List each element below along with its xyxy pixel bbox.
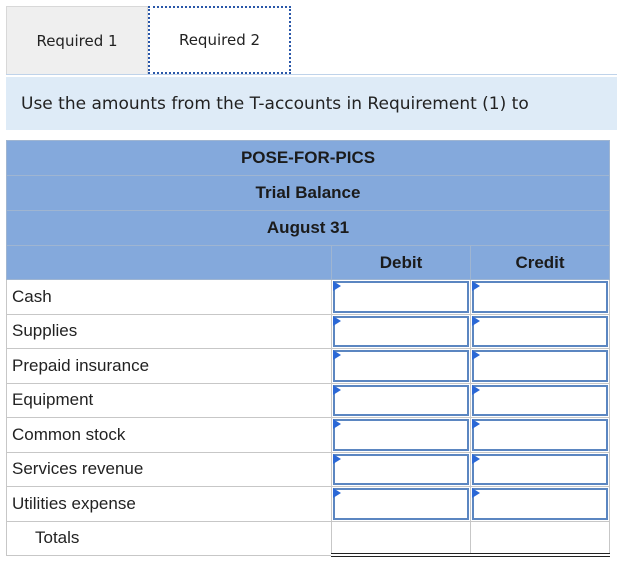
dropdown-arrow-icon [333, 419, 341, 429]
dropdown-arrow-icon [472, 315, 480, 326]
credit-total [470, 520, 610, 557]
table-row: Services revenue [6, 451, 610, 487]
company-name: POSE-FOR-PICS [6, 140, 610, 176]
credit-input[interactable] [470, 451, 610, 487]
debit-input[interactable] [331, 279, 471, 315]
debit-total [331, 520, 471, 557]
account-name: Supplies [6, 313, 332, 349]
table-row: Common stock [6, 417, 610, 453]
instruction-text: Use the amounts from the T-accounts in R… [6, 77, 617, 130]
debit-column-header: Debit [331, 245, 471, 280]
debit-input[interactable] [331, 417, 471, 453]
credit-column-header: Credit [470, 245, 610, 280]
credit-input[interactable] [470, 486, 610, 522]
debit-input[interactable] [331, 451, 471, 487]
tab-divider [6, 74, 617, 75]
account-name: Services revenue [6, 451, 332, 487]
dropdown-arrow-icon [472, 488, 480, 498]
dropdown-arrow-icon [333, 453, 341, 464]
tab-required-1[interactable]: Required 1 [6, 6, 148, 74]
table-row: Cash [6, 279, 610, 315]
table-row: Equipment [6, 382, 610, 418]
totals-label: Totals [6, 520, 332, 556]
dropdown-arrow-icon [472, 419, 480, 429]
account-name: Utilities expense [6, 486, 332, 522]
dropdown-arrow-icon [333, 488, 341, 498]
table-row: Supplies [6, 313, 610, 349]
dropdown-arrow-icon [333, 315, 341, 326]
trial-balance-table: POSE-FOR-PICS Trial Balance August 31 De… [6, 140, 610, 557]
account-name: Equipment [6, 382, 332, 418]
totals-row: Totals [6, 520, 610, 557]
credit-input[interactable] [470, 279, 610, 315]
dropdown-arrow-icon [333, 384, 341, 395]
debit-input[interactable] [331, 486, 471, 522]
table-row: Prepaid insurance [6, 348, 610, 384]
account-name: Cash [6, 279, 332, 315]
credit-input[interactable] [470, 348, 610, 384]
dropdown-arrow-icon [333, 281, 341, 291]
statement-title: Trial Balance [6, 175, 610, 211]
dropdown-arrow-icon [472, 384, 480, 395]
statement-date: August 31 [6, 210, 610, 246]
account-name: Prepaid insurance [6, 348, 332, 384]
account-name: Common stock [6, 417, 332, 453]
dropdown-arrow-icon [472, 453, 480, 464]
dropdown-arrow-icon [472, 281, 480, 291]
dropdown-arrow-icon [333, 350, 341, 360]
credit-input[interactable] [470, 417, 610, 453]
column-header-row: Debit Credit [6, 245, 610, 280]
dropdown-arrow-icon [472, 350, 480, 360]
table-row: Utilities expense [6, 486, 610, 522]
debit-input[interactable] [331, 348, 471, 384]
tab-bar: Required 1 Required 2 [6, 6, 617, 75]
credit-input[interactable] [470, 382, 610, 418]
debit-input[interactable] [331, 313, 471, 349]
credit-input[interactable] [470, 313, 610, 349]
tab-required-2[interactable]: Required 2 [148, 6, 291, 74]
account-column-header [6, 245, 332, 280]
debit-input[interactable] [331, 382, 471, 418]
